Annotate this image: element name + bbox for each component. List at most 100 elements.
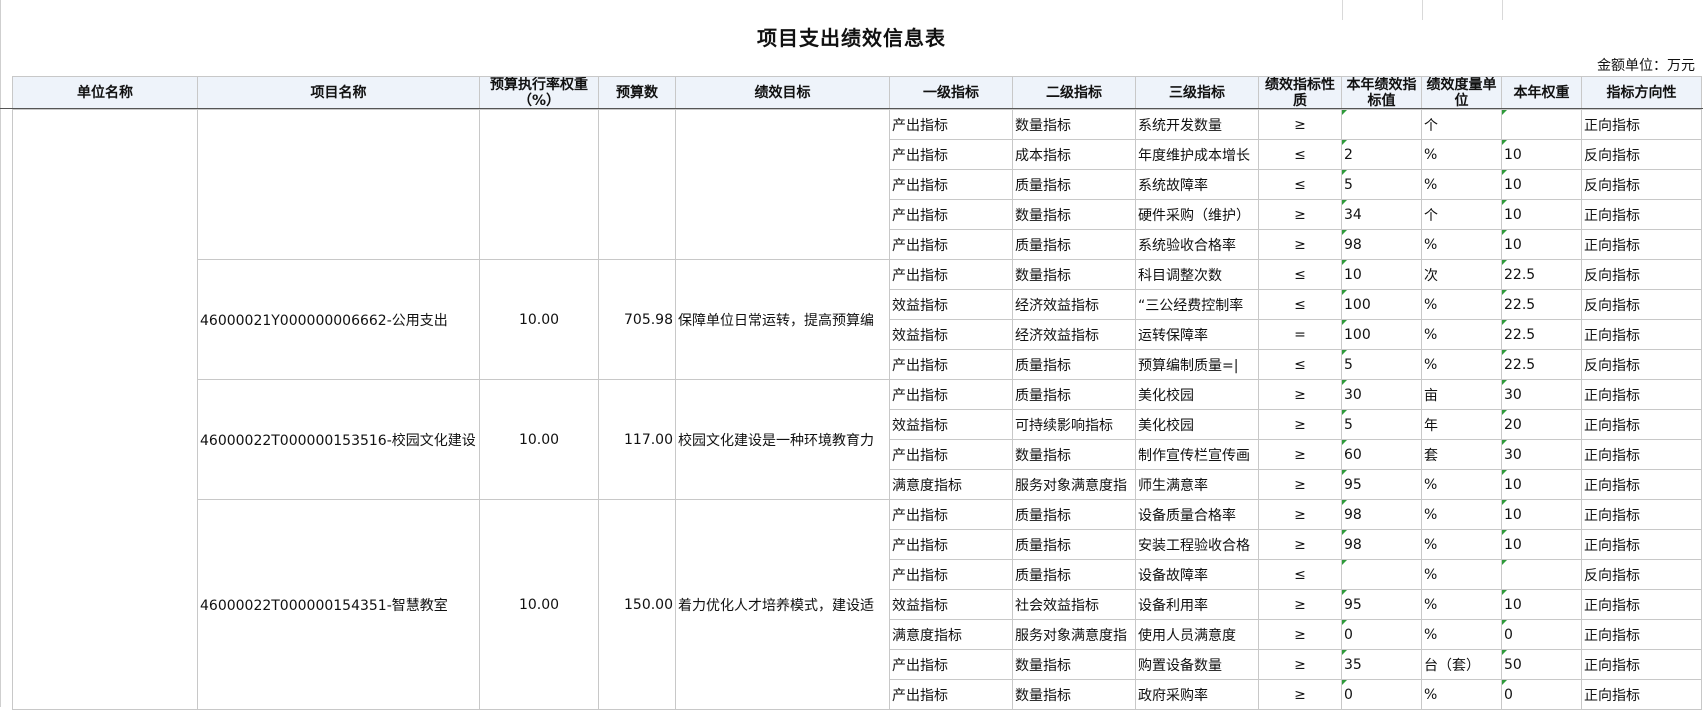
header-nature[interactable]: 绩效指标性质 xyxy=(1258,76,1342,110)
level2-cell[interactable]: 质量指标 xyxy=(1012,529,1136,560)
target-value-cell[interactable]: 10 xyxy=(1341,259,1422,290)
level3-cell[interactable]: 设备质量合格率 xyxy=(1135,499,1259,530)
nature-cell[interactable]: ≤ xyxy=(1258,169,1342,200)
measure-unit-cell[interactable]: % xyxy=(1421,499,1502,530)
weight-cell[interactable]: 0 xyxy=(1501,679,1582,710)
level1-cell[interactable]: 产出指标 xyxy=(889,679,1013,710)
level2-cell[interactable]: 经济效益指标 xyxy=(1012,319,1136,350)
target-value-cell[interactable]: 100 xyxy=(1341,289,1422,320)
direction-cell[interactable]: 反向指标 xyxy=(1581,259,1702,290)
direction-cell[interactable]: 反向指标 xyxy=(1581,349,1702,380)
budget-cell[interactable]: 117.00 xyxy=(598,379,676,500)
direction-cell[interactable]: 正向指标 xyxy=(1581,619,1702,650)
weight-cell[interactable]: 10 xyxy=(1501,139,1582,170)
header-level3[interactable]: 三级指标 xyxy=(1135,76,1259,110)
target-value-cell[interactable]: 2 xyxy=(1341,139,1422,170)
level1-cell[interactable]: 产出指标 xyxy=(889,199,1013,230)
level1-cell[interactable]: 产出指标 xyxy=(889,559,1013,590)
weight-cell[interactable]: 50 xyxy=(1501,649,1582,680)
level3-cell[interactable]: 安装工程验收合格 xyxy=(1135,529,1259,560)
level3-cell[interactable]: 设备故障率 xyxy=(1135,559,1259,590)
direction-cell[interactable]: 正向指标 xyxy=(1581,379,1702,410)
level2-cell[interactable]: 数量指标 xyxy=(1012,679,1136,710)
level2-cell[interactable]: 服务对象满意度指 xyxy=(1012,469,1136,500)
weight-cell[interactable]: 10 xyxy=(1501,529,1582,560)
level1-cell[interactable]: 效益指标 xyxy=(889,409,1013,440)
direction-cell[interactable]: 正向指标 xyxy=(1581,199,1702,230)
goal-cell[interactable]: 保障单位日常运转，提高预算编 xyxy=(675,259,890,380)
target-value-cell[interactable]: 30 xyxy=(1341,379,1422,410)
measure-unit-cell[interactable]: % xyxy=(1421,319,1502,350)
header-goal[interactable]: 绩效目标 xyxy=(675,76,890,110)
measure-unit-cell[interactable]: 个 xyxy=(1421,109,1502,140)
target-value-cell[interactable]: 60 xyxy=(1341,439,1422,470)
measure-unit-cell[interactable]: % xyxy=(1421,169,1502,200)
target-value-cell[interactable]: 95 xyxy=(1341,589,1422,620)
target-value-cell[interactable] xyxy=(1341,559,1422,590)
execution-weight-cell[interactable]: 10.00 xyxy=(479,379,599,500)
level1-cell[interactable]: 产出指标 xyxy=(889,499,1013,530)
direction-cell[interactable]: 正向指标 xyxy=(1581,229,1702,260)
measure-unit-cell[interactable]: 次 xyxy=(1421,259,1502,290)
level2-cell[interactable]: 成本指标 xyxy=(1012,139,1136,170)
level2-cell[interactable]: 数量指标 xyxy=(1012,649,1136,680)
measure-unit-cell[interactable]: % xyxy=(1421,229,1502,260)
header-year-weight[interactable]: 本年权重 xyxy=(1501,76,1582,110)
level2-cell[interactable]: 经济效益指标 xyxy=(1012,289,1136,320)
nature-cell[interactable]: ≥ xyxy=(1258,439,1342,470)
nature-cell[interactable]: ≥ xyxy=(1258,409,1342,440)
nature-cell[interactable]: ≥ xyxy=(1258,589,1342,620)
level1-cell[interactable]: 产出指标 xyxy=(889,109,1013,140)
measure-unit-cell[interactable]: 亩 xyxy=(1421,379,1502,410)
direction-cell[interactable]: 反向指标 xyxy=(1581,169,1702,200)
measure-unit-cell[interactable]: 年 xyxy=(1421,409,1502,440)
target-value-cell[interactable]: 5 xyxy=(1341,169,1422,200)
level2-cell[interactable]: 可持续影响指标 xyxy=(1012,409,1136,440)
direction-cell[interactable]: 正向指标 xyxy=(1581,649,1702,680)
level2-cell[interactable]: 数量指标 xyxy=(1012,259,1136,290)
header-direction[interactable]: 指标方向性 xyxy=(1581,76,1702,110)
execution-weight-cell[interactable]: 10.00 xyxy=(479,259,599,380)
measure-unit-cell[interactable]: % xyxy=(1421,349,1502,380)
target-value-cell[interactable]: 95 xyxy=(1341,469,1422,500)
project-name-cell[interactable]: 46000022T000000154351-智慧教室 xyxy=(197,499,480,710)
measure-unit-cell[interactable]: % xyxy=(1421,289,1502,320)
level1-cell[interactable]: 效益指标 xyxy=(889,289,1013,320)
unit-name-cell[interactable] xyxy=(12,109,198,710)
nature-cell[interactable]: ≥ xyxy=(1258,199,1342,230)
weight-cell[interactable]: 10 xyxy=(1501,469,1582,500)
target-value-cell[interactable]: 98 xyxy=(1341,529,1422,560)
level2-cell[interactable]: 质量指标 xyxy=(1012,349,1136,380)
level1-cell[interactable]: 产出指标 xyxy=(889,649,1013,680)
target-value-cell[interactable]: 0 xyxy=(1341,679,1422,710)
weight-cell[interactable]: 10 xyxy=(1501,229,1582,260)
budget-cell[interactable]: 705.98 xyxy=(598,259,676,380)
nature-cell[interactable]: ≥ xyxy=(1258,499,1342,530)
target-value-cell[interactable]: 100 xyxy=(1341,319,1422,350)
level2-cell[interactable]: 社会效益指标 xyxy=(1012,589,1136,620)
level3-cell[interactable]: 科目调整次数 xyxy=(1135,259,1259,290)
execution-weight-cell[interactable] xyxy=(479,109,599,260)
target-value-cell[interactable]: 35 xyxy=(1341,649,1422,680)
level2-cell[interactable]: 质量指标 xyxy=(1012,559,1136,590)
weight-cell[interactable]: 10 xyxy=(1501,589,1582,620)
measure-unit-cell[interactable]: % xyxy=(1421,529,1502,560)
level1-cell[interactable]: 效益指标 xyxy=(889,319,1013,350)
header-level1[interactable]: 一级指标 xyxy=(889,76,1013,110)
level3-cell[interactable]: 使用人员满意度 xyxy=(1135,619,1259,650)
measure-unit-cell[interactable]: % xyxy=(1421,619,1502,650)
header-measure-unit[interactable]: 绩效度量单位 xyxy=(1421,76,1502,110)
direction-cell[interactable]: 正向指标 xyxy=(1581,529,1702,560)
header-execution-weight[interactable]: 预算执行率权重（%） xyxy=(479,76,599,110)
measure-unit-cell[interactable]: % xyxy=(1421,469,1502,500)
target-value-cell[interactable]: 5 xyxy=(1341,409,1422,440)
nature-cell[interactable]: ≥ xyxy=(1258,469,1342,500)
level1-cell[interactable]: 产出指标 xyxy=(889,139,1013,170)
level3-cell[interactable]: “三公经费控制率 xyxy=(1135,289,1259,320)
goal-cell[interactable] xyxy=(675,109,890,260)
level1-cell[interactable]: 产出指标 xyxy=(889,169,1013,200)
nature-cell[interactable]: ≤ xyxy=(1258,289,1342,320)
nature-cell[interactable]: ≤ xyxy=(1258,259,1342,290)
level3-cell[interactable]: 预算编制质量=| xyxy=(1135,349,1259,380)
target-value-cell[interactable]: 98 xyxy=(1341,229,1422,260)
